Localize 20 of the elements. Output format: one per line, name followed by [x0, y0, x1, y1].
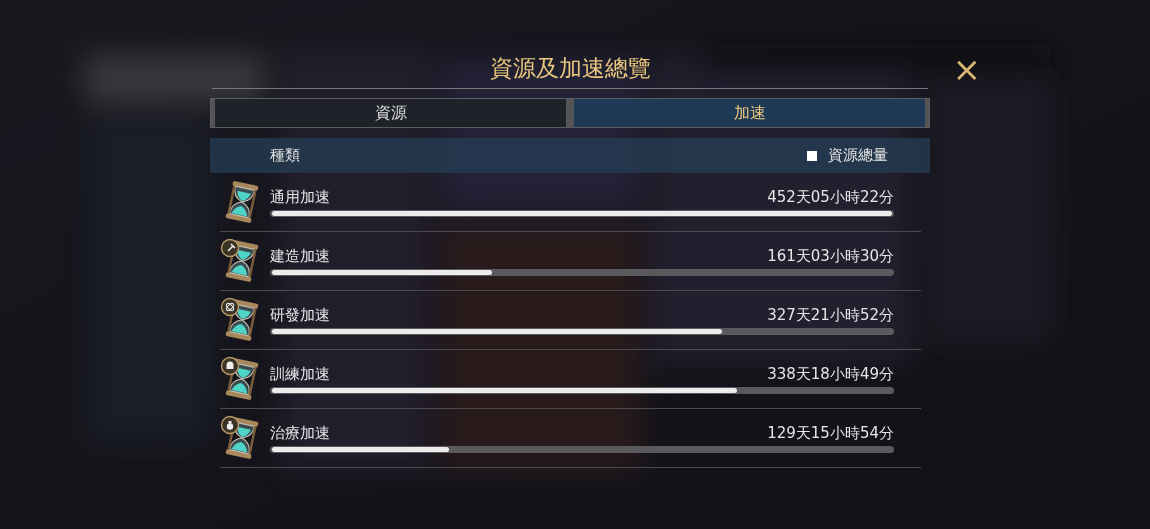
speedup-amount: 129天15小時54分	[767, 423, 894, 443]
speedup-name: 研發加速	[270, 305, 330, 325]
speedup-amount: 338天18小時49分	[767, 364, 894, 384]
tab[interactable]: 加速	[570, 99, 929, 127]
hourglass-icon	[220, 297, 260, 343]
speedup-amount: 161天03小時30分	[767, 246, 894, 266]
close-button[interactable]: ×	[948, 54, 985, 84]
hourglass-icon	[220, 356, 260, 402]
speedup-name: 治療加速	[270, 423, 330, 443]
legend-swatch	[807, 150, 817, 161]
column-header: 種類	[270, 146, 300, 165]
hourglass-icon	[220, 415, 260, 461]
speedup-amount: 452天05小時22分	[767, 187, 894, 207]
hourglass-icon	[220, 238, 260, 284]
speedup-name: 通用加速	[270, 187, 330, 207]
legend-label: 資源總量	[828, 146, 888, 165]
speedup-name: 訓練加速	[270, 364, 330, 384]
speedup-name: 建造加速	[270, 246, 330, 266]
dialog-title: 資源及加速總覽	[489, 54, 651, 83]
speedup-amount: 327天21小時52分	[767, 305, 894, 325]
